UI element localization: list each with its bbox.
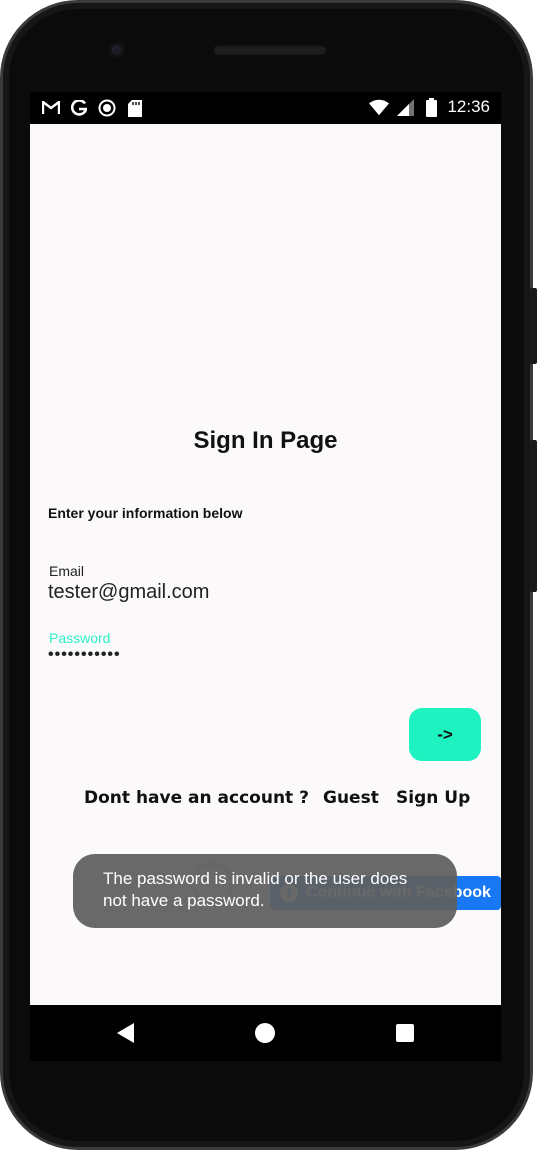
battery-icon bbox=[421, 97, 441, 117]
app-screen: Sign In Page Enter your information belo… bbox=[30, 124, 501, 1005]
guest-link[interactable]: Guest bbox=[323, 788, 379, 808]
password-field[interactable]: ••••••••••• bbox=[48, 646, 121, 664]
status-time: 12:36 bbox=[447, 97, 490, 116]
status-bar: 12:36 bbox=[30, 92, 501, 124]
email-field[interactable]: tester@gmail.com bbox=[48, 581, 209, 604]
page-title: Sign In Page bbox=[193, 427, 338, 454]
page-subtitle: Enter your information below bbox=[48, 505, 243, 521]
sign-in-submit-button[interactable]: -> bbox=[409, 708, 481, 761]
front-camera bbox=[109, 42, 125, 58]
back-icon[interactable] bbox=[117, 1023, 134, 1043]
google-icon bbox=[69, 98, 89, 118]
sign-up-link[interactable]: Sign Up bbox=[396, 788, 470, 808]
earpiece-speaker bbox=[213, 44, 327, 55]
volume-button[interactable] bbox=[530, 440, 537, 592]
sd-card-icon bbox=[125, 98, 145, 118]
error-toast: The password is invalid or the user does… bbox=[73, 854, 457, 928]
power-button[interactable] bbox=[530, 288, 537, 364]
password-label: Password bbox=[49, 630, 111, 646]
wifi-icon bbox=[369, 97, 390, 117]
gmail-icon bbox=[41, 98, 61, 118]
home-icon[interactable] bbox=[255, 1023, 275, 1043]
signal-icon bbox=[395, 97, 415, 117]
record-icon bbox=[97, 98, 117, 118]
navigation-bar bbox=[30, 1005, 501, 1061]
recents-icon[interactable] bbox=[396, 1024, 414, 1042]
email-label: Email bbox=[49, 563, 85, 579]
no-account-text: Dont have an account ? bbox=[84, 788, 309, 808]
